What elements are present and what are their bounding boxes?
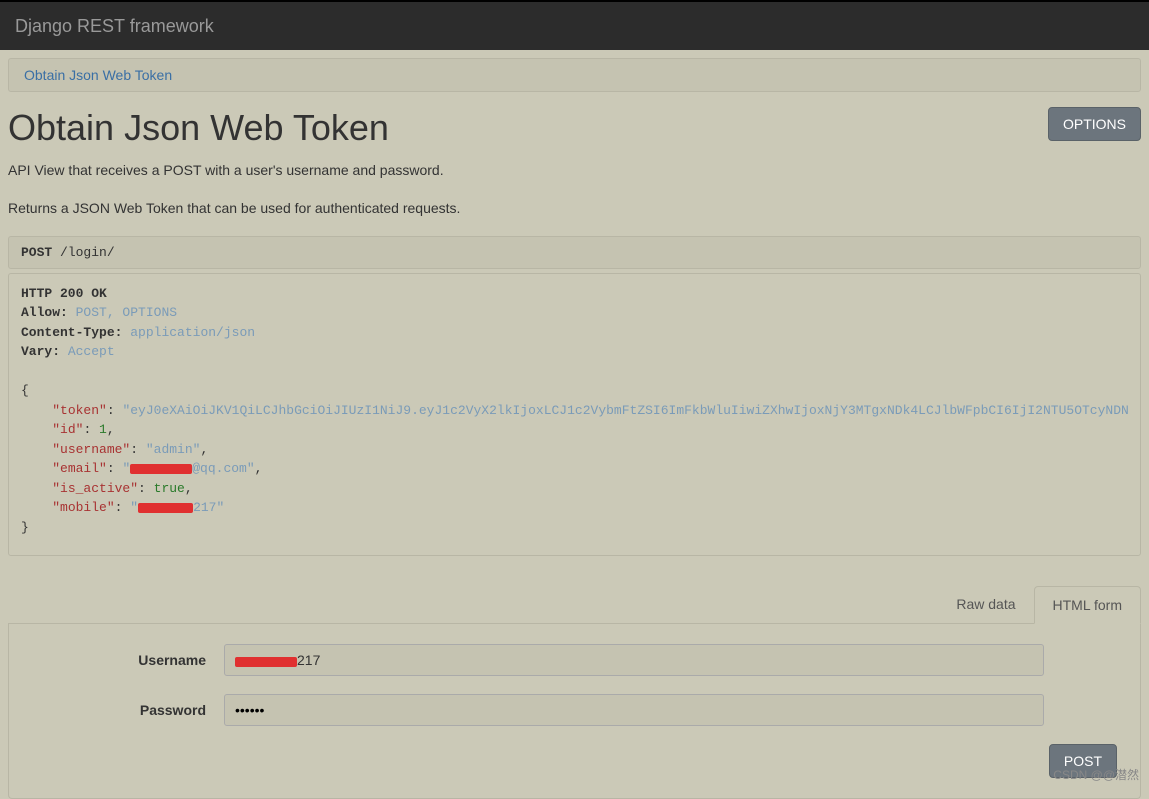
api-description: API View that receives a POST with a use… bbox=[8, 159, 1141, 220]
response-scroll[interactable]: HTTP 200 OK Allow: POST, OPTIONS Content… bbox=[21, 284, 1128, 546]
options-button[interactable]: OPTIONS bbox=[1048, 107, 1141, 141]
form-tabs: Raw data HTML form bbox=[8, 586, 1141, 624]
tab-raw-data[interactable]: Raw data bbox=[938, 586, 1033, 623]
brand-link[interactable]: Django REST framework bbox=[15, 16, 214, 37]
password-field[interactable] bbox=[224, 694, 1044, 726]
username-label: Username bbox=[24, 652, 224, 668]
top-navbar: Django REST framework bbox=[0, 0, 1149, 50]
tab-html-form[interactable]: HTML form bbox=[1034, 586, 1141, 624]
request-line: POST /login/ bbox=[8, 236, 1141, 269]
page-title: Obtain Json Web Token bbox=[8, 107, 389, 149]
breadcrumb-current[interactable]: Obtain Json Web Token bbox=[24, 67, 172, 83]
username-field[interactable]: 217 bbox=[224, 644, 1044, 676]
password-label: Password bbox=[24, 702, 224, 718]
watermark: CSDN @@潜然 bbox=[1053, 766, 1139, 783]
html-form-panel: Username 217 Password POST bbox=[8, 624, 1141, 799]
response-panel: HTTP 200 OK Allow: POST, OPTIONS Content… bbox=[8, 273, 1141, 557]
breadcrumb: Obtain Json Web Token bbox=[8, 58, 1141, 92]
